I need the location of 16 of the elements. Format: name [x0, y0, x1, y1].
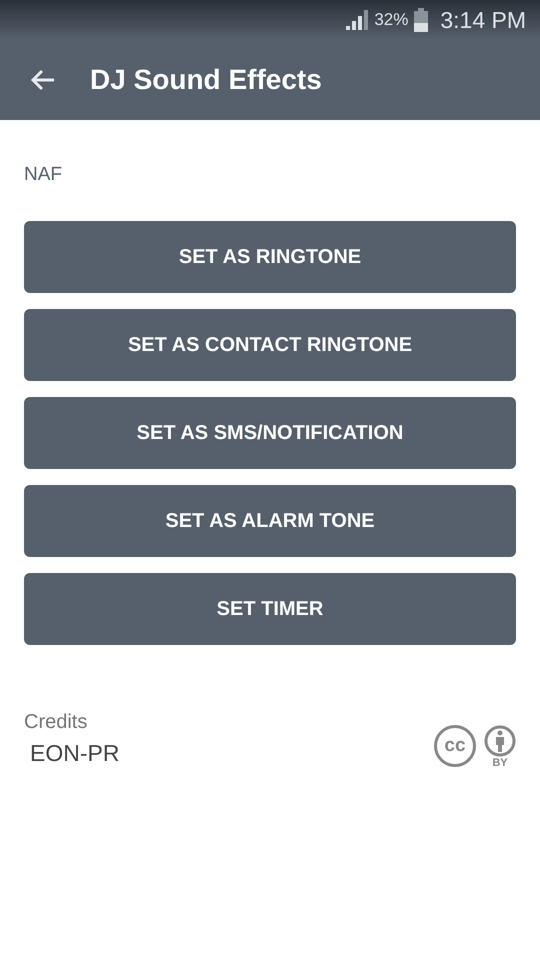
signal-icon	[346, 10, 368, 30]
person-icon	[484, 725, 516, 757]
battery-percent: 32%	[374, 10, 408, 30]
action-button[interactable]: SET AS ALARM TONE	[24, 485, 516, 557]
clock: 3:14 PM	[440, 6, 526, 34]
action-button[interactable]: SET TIMER	[24, 573, 516, 645]
cc-license-icon: cc	[434, 725, 476, 767]
action-button[interactable]: SET AS SMS/NOTIFICATION	[24, 397, 516, 469]
battery-icon	[414, 8, 428, 32]
action-button[interactable]: SET AS RINGTONE	[24, 221, 516, 293]
credits-author: EON-PR	[30, 740, 120, 767]
sound-name: NAF	[24, 164, 63, 186]
credits-label: Credits	[24, 711, 88, 734]
by-license-label: BY	[492, 757, 508, 769]
action-button[interactable]: SET AS CONTACT RINGTONE	[24, 309, 516, 381]
app-title: DJ Sound Effects	[90, 64, 322, 96]
